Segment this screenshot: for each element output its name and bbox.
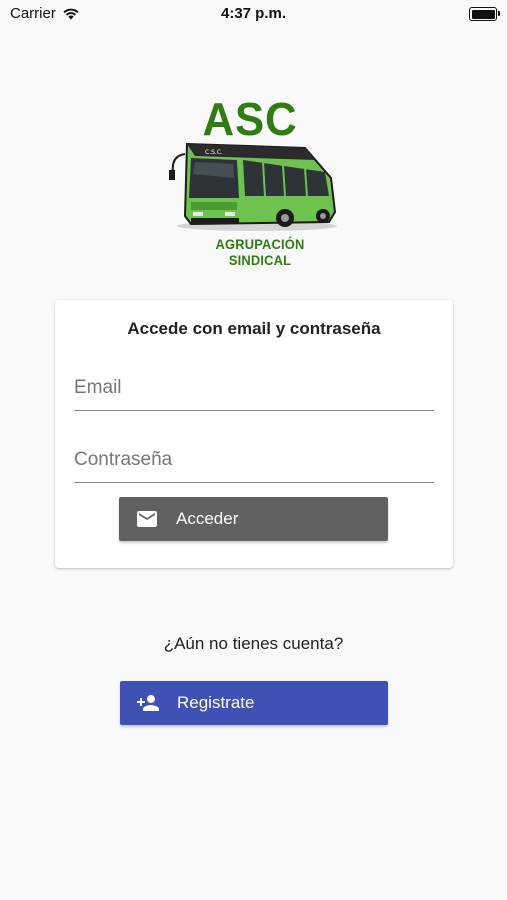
no-account-text: ¿Aún no tienes cuenta? [163, 634, 344, 653]
email-input[interactable] [74, 366, 434, 410]
bus-icon: C.S.C. [169, 142, 337, 231]
login-button-label: Acceder [176, 509, 239, 528]
register-button[interactable]: Registrate [120, 681, 388, 725]
register-button-label: Registrate [177, 693, 255, 712]
login-card: Accede con email y contraseña Acceder [55, 300, 453, 568]
login-button[interactable]: Acceder [119, 497, 388, 541]
battery-icon [469, 7, 500, 21]
status-bar: Carrier 4:37 p.m. [0, 0, 507, 28]
email-field [74, 366, 434, 411]
logo-subtitle: AGRUPACIÓN SINDICAL [215, 236, 305, 268]
status-time: 4:37 p.m. [220, 5, 287, 22]
app-logo: ASC C.S.C. AGRUPACIÓN SINDICAL [165, 92, 345, 268]
person-add-icon [136, 691, 160, 715]
battery-level [471, 9, 495, 19]
password-input[interactable] [74, 438, 434, 482]
bus-sign: C.S.C. [205, 149, 223, 156]
mail-icon [135, 507, 159, 531]
login-card-title: Accede con email y contraseña [127, 319, 381, 338]
password-field [74, 438, 434, 483]
